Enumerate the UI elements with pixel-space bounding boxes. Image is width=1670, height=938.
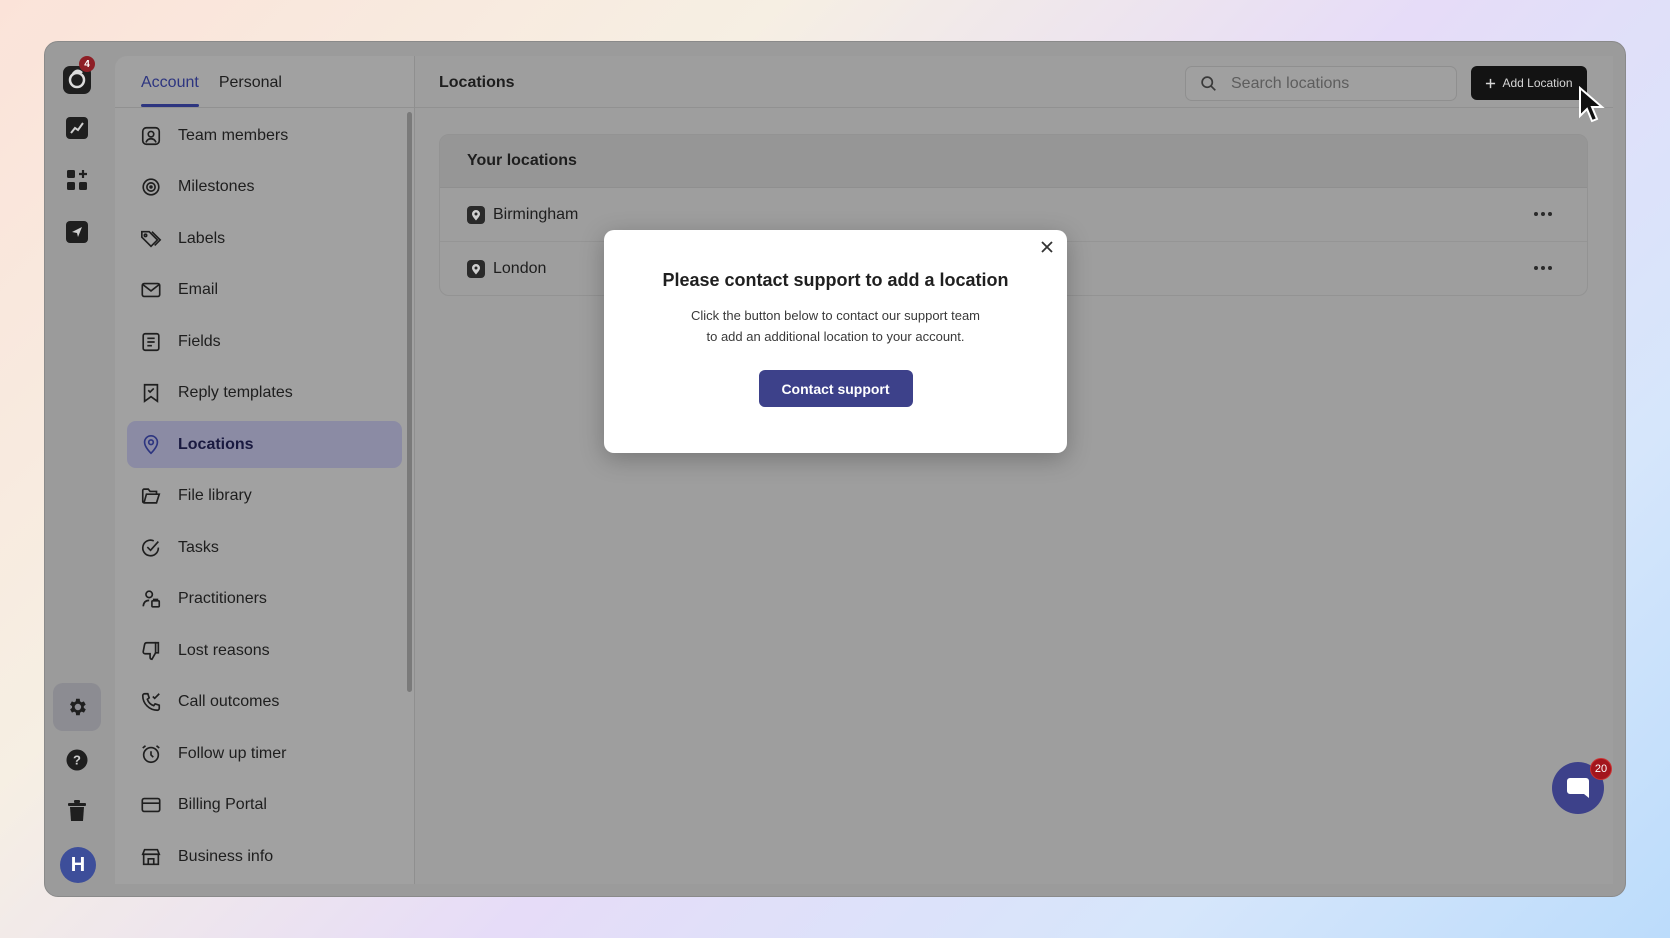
check-circle-icon xyxy=(139,536,163,560)
sidebar-item-tasks[interactable]: Tasks xyxy=(127,524,402,571)
help-button[interactable]: ? xyxy=(53,736,101,784)
sidebar-item-lost-reasons[interactable]: Lost reasons xyxy=(127,627,402,674)
modal-body: Click the button below to contact our su… xyxy=(604,305,1067,347)
sidebar-item-label: Billing Portal xyxy=(178,796,267,813)
close-icon xyxy=(1041,240,1053,253)
sidebar-item-label: Locations xyxy=(178,435,254,453)
logo-badge: 4 xyxy=(79,56,95,72)
sidebar-item-fields[interactable]: Fields xyxy=(127,318,402,365)
sidebar-scrollbar[interactable] xyxy=(407,112,412,692)
sidebar-item-label: Team members xyxy=(178,126,289,144)
main-content: Locations Add Location Your locations Bi… xyxy=(415,56,1613,884)
settings-nav: Team members Milestones Labels Email Fie… xyxy=(115,108,414,880)
phone-check-icon xyxy=(139,690,163,714)
sidebar-item-billing-portal[interactable]: Billing Portal xyxy=(127,782,402,829)
form-icon xyxy=(139,330,163,354)
mail-icon xyxy=(139,278,163,302)
trash-icon xyxy=(68,800,86,821)
target-icon xyxy=(139,175,163,199)
sidebar-item-label: Milestones xyxy=(178,178,255,195)
app-window: 4 ? H Account Personal Team members Mile… xyxy=(44,41,1626,897)
tab-personal[interactable]: Personal xyxy=(219,56,282,107)
sidebar-item-label: Tasks xyxy=(178,538,219,556)
store-icon xyxy=(139,845,163,869)
modal-body-line: Click the button below to contact our su… xyxy=(690,308,981,323)
apps-button[interactable] xyxy=(53,156,101,204)
mouse-cursor-icon xyxy=(1579,86,1605,123)
sidebar-item-reply-templates[interactable]: Reply templates xyxy=(127,370,402,417)
close-button[interactable] xyxy=(1037,238,1057,258)
modal-title: Please contact support to add a location xyxy=(662,270,1009,290)
folder-icon xyxy=(139,484,163,508)
thumbs-down-icon xyxy=(139,639,163,663)
credit-card-icon xyxy=(139,793,163,817)
location-name: London xyxy=(493,260,547,277)
sidebar-item-label: Labels xyxy=(178,229,226,247)
alarm-icon xyxy=(139,742,163,766)
location-name: Birmingham xyxy=(493,205,579,223)
settings-button[interactable] xyxy=(53,683,101,731)
sidebar-item-file-library[interactable]: File library xyxy=(127,473,402,520)
sidebar-item-business-info[interactable]: Business info xyxy=(127,833,402,880)
tags-icon xyxy=(139,227,163,251)
location-pin-icon xyxy=(467,260,485,278)
sidebar-item-label: Lost reasons xyxy=(178,641,270,659)
send-button[interactable] xyxy=(53,208,101,256)
help-icon: ? xyxy=(66,749,88,771)
location-pin-icon xyxy=(467,205,485,224)
app-logo-button[interactable]: 4 xyxy=(53,56,101,104)
chat-badge: 20 xyxy=(1590,758,1612,780)
trash-button[interactable] xyxy=(53,787,101,835)
settings-tabs: Account Personal xyxy=(115,56,414,108)
search-input[interactable] xyxy=(1231,74,1431,93)
map-pin-icon xyxy=(139,433,163,457)
plus-icon xyxy=(1486,78,1496,88)
sidebar-item-team-members[interactable]: Team members xyxy=(127,112,402,159)
bookmark-icon xyxy=(139,381,163,405)
chat-icon xyxy=(1567,778,1589,798)
top-bar: Locations Add Location xyxy=(415,56,1613,108)
svg-text:?: ? xyxy=(73,753,81,768)
sidebar-item-label: Fields xyxy=(178,332,221,350)
icon-rail: 4 ? H xyxy=(45,42,113,896)
send-icon xyxy=(66,221,88,243)
avatar[interactable]: H xyxy=(60,847,96,883)
sidebar-item-label: Business info xyxy=(178,847,274,865)
sidebar-item-label: Reply templates xyxy=(178,384,293,401)
sidebar-item-locations[interactable]: Locations xyxy=(127,421,402,468)
search-box[interactable] xyxy=(1185,66,1457,101)
apps-add-icon xyxy=(67,170,87,190)
analytics-button[interactable] xyxy=(53,104,101,152)
search-icon xyxy=(1201,76,1216,91)
add-location-button[interactable]: Add Location xyxy=(1471,66,1587,100)
more-options-icon[interactable] xyxy=(1533,204,1553,222)
settings-sidebar: Account Personal Team members Milestones… xyxy=(115,56,415,884)
card-title: Your locations xyxy=(440,135,1587,188)
chart-icon xyxy=(66,117,88,139)
sidebar-item-label: Call outcomes xyxy=(178,693,280,710)
sidebar-item-label: Practitioners xyxy=(178,590,267,607)
sidebar-item-follow-up-timer[interactable]: Follow up timer xyxy=(127,730,402,777)
user-badge-icon xyxy=(139,587,163,611)
page-title: Locations xyxy=(439,74,515,91)
contact-support-modal: Please contact support to add a location… xyxy=(604,230,1067,453)
modal-body-line: to add an additional location to your ac… xyxy=(706,329,965,344)
sidebar-item-milestones[interactable]: Milestones xyxy=(127,164,402,211)
add-location-label: Add Location xyxy=(1502,76,1573,90)
sidebar-item-call-outcomes[interactable]: Call outcomes xyxy=(127,679,402,726)
gear-icon xyxy=(70,698,86,716)
sidebar-item-label: Email xyxy=(178,281,219,298)
tab-account[interactable]: Account xyxy=(141,56,199,107)
more-options-icon[interactable] xyxy=(1533,258,1553,276)
sidebar-item-label: Follow up timer xyxy=(178,744,287,762)
user-square-icon xyxy=(139,124,163,148)
sidebar-item-practitioners[interactable]: Practitioners xyxy=(127,576,402,623)
sidebar-item-label: File library xyxy=(178,487,252,504)
sidebar-item-email[interactable]: Email xyxy=(127,267,402,314)
sidebar-item-labels[interactable]: Labels xyxy=(127,215,402,262)
contact-support-button[interactable]: Contact support xyxy=(758,370,913,407)
